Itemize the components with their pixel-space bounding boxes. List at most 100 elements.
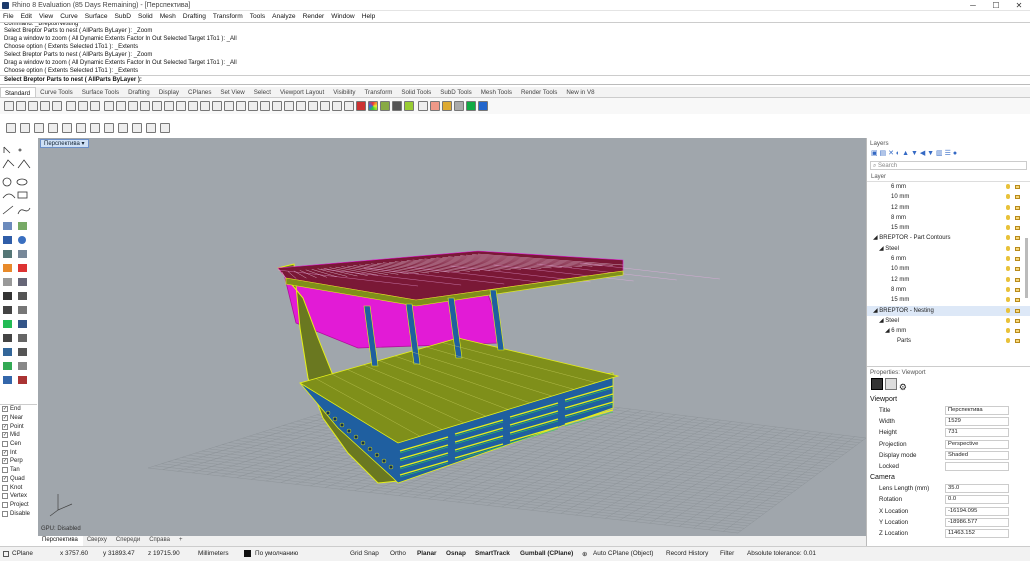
minimize-icon[interactable]: ─ <box>962 0 984 11</box>
cut-icon[interactable] <box>66 101 76 111</box>
menu-view[interactable]: View <box>36 11 57 22</box>
tab-display[interactable]: Display <box>155 87 184 97</box>
light-bulb-icon[interactable] <box>1006 286 1010 292</box>
tab-visibility[interactable]: Visibility <box>329 87 360 97</box>
export-icon[interactable] <box>160 123 170 133</box>
show-icon[interactable] <box>284 101 294 111</box>
hull-cutout[interactable] <box>346 428 352 434</box>
osnap-checkbox[interactable] <box>2 501 8 508</box>
property-value[interactable]: -18986.577 <box>945 517 1009 527</box>
lock-icon[interactable] <box>1015 267 1020 272</box>
osnap-checkbox[interactable] <box>2 467 8 474</box>
ortho-toggle[interactable]: Ortho <box>390 550 406 557</box>
light-bulb-icon[interactable] <box>344 101 354 111</box>
light-bulb-icon[interactable] <box>1006 184 1010 189</box>
layer-row[interactable]: 8 mm <box>867 213 1030 223</box>
menu-drafting[interactable]: Drafting <box>180 11 210 22</box>
osnap-checkbox[interactable] <box>2 484 8 491</box>
viewport-tab-top[interactable]: Сверху <box>83 536 112 546</box>
lock-icon[interactable] <box>1015 287 1020 292</box>
import-icon[interactable] <box>52 101 62 111</box>
copy-icon[interactable] <box>78 101 88 111</box>
osnap-item[interactable]: ✓ Quad <box>0 475 37 484</box>
light-bulb-icon[interactable] <box>1006 338 1010 344</box>
osnap-item[interactable]: ✓ Int <box>0 448 37 457</box>
menu-help[interactable]: Help <box>359 11 380 22</box>
current-layer[interactable]: По умолчанию <box>255 550 298 557</box>
layers-toolbar[interactable]: ▣ ▤ ✕ ◐ ▲ ▼ ◀ ▼ ▥ ☰ ● <box>867 149 1030 161</box>
tab-transform[interactable]: Transform <box>360 87 397 97</box>
paste-icon[interactable] <box>90 101 100 111</box>
tab-drafting[interactable]: Drafting <box>124 87 155 97</box>
viewport-title[interactable]: Перспектива ▾ <box>40 139 89 148</box>
open-file-icon[interactable] <box>16 101 26 111</box>
lock-icon[interactable] <box>1015 195 1020 200</box>
undo-icon[interactable] <box>104 101 114 111</box>
grid-snap-toggle[interactable]: Grid Snap <box>350 550 379 557</box>
layer-row[interactable]: 6 mm <box>867 254 1030 264</box>
menu-tools[interactable]: Tools <box>247 11 269 22</box>
layer-color-swatch[interactable] <box>244 550 251 557</box>
layer-search-input[interactable]: ⌕ Search <box>870 161 1027 170</box>
display-icon[interactable] <box>392 101 402 111</box>
pan-hand-icon[interactable] <box>116 101 126 111</box>
layer-row[interactable]: 10 mm <box>867 264 1030 274</box>
tab-new-in-v8[interactable]: New in V8 <box>562 87 599 97</box>
material-icon[interactable] <box>380 101 390 111</box>
osnap-item[interactable]: Knot <box>0 483 37 492</box>
left-tool-icons[interactable] <box>0 138 37 400</box>
light-bulb-icon[interactable] <box>1006 225 1010 231</box>
lock-icon[interactable] <box>1015 236 1020 241</box>
hull-cutout[interactable] <box>374 452 380 458</box>
tab-viewport-layout[interactable]: Viewport Layout <box>276 87 329 97</box>
light-bulb-icon[interactable] <box>1006 204 1010 210</box>
menu-window[interactable]: Window <box>328 11 358 22</box>
lock-icon[interactable] <box>1015 308 1020 313</box>
close-icon[interactable]: ✕ <box>1008 0 1030 11</box>
osnap-checkbox[interactable] <box>2 510 8 517</box>
environment-icon[interactable] <box>404 101 414 111</box>
lock-icon[interactable] <box>1015 185 1020 189</box>
auto-cplane-toggle[interactable]: Auto CPlane (Object) <box>593 550 653 557</box>
cplane-label[interactable]: CPlane <box>12 550 33 557</box>
render-sphere-icon[interactable] <box>466 101 476 111</box>
property-value[interactable]: Перспектива <box>945 406 1009 415</box>
lock-icon[interactable] <box>1015 215 1020 220</box>
lock-icon[interactable] <box>1015 277 1020 282</box>
units-label[interactable]: Millimeters <box>198 550 229 557</box>
osnap-item[interactable]: ✓ Mid <box>0 431 37 440</box>
property-value[interactable]: 1529 <box>945 417 1009 427</box>
lock-icon[interactable] <box>1015 339 1020 344</box>
osnap-checkbox[interactable]: ✓ <box>2 423 8 430</box>
zoom-extents-icon[interactable] <box>164 101 174 111</box>
zoom-icon[interactable] <box>140 101 150 111</box>
save-icon[interactable] <box>28 101 38 111</box>
lock-icon[interactable] <box>1015 226 1020 231</box>
four-viewports-icon[interactable] <box>236 101 246 111</box>
menu-file[interactable]: File <box>0 11 18 22</box>
osnap-item[interactable]: Tan <box>0 466 37 475</box>
osnap-item[interactable]: Disable <box>0 509 37 518</box>
layer-row[interactable]: 8 mm <box>867 285 1030 295</box>
smarttrack-toggle[interactable]: SmartTrack <box>475 550 510 557</box>
property-value[interactable]: 731 <box>945 428 1009 438</box>
menu-solid[interactable]: Solid <box>135 11 157 22</box>
image-icon[interactable] <box>118 123 128 133</box>
solid-tools-icon[interactable] <box>418 101 428 111</box>
osnap-checkbox[interactable] <box>2 493 8 500</box>
menu-transform[interactable]: Transform <box>210 11 247 22</box>
layer-row[interactable]: 15 mm <box>867 295 1030 305</box>
new-file-icon[interactable] <box>4 101 14 111</box>
light-bulb-icon[interactable] <box>1006 214 1010 220</box>
menu-edit[interactable]: Edit <box>18 11 36 22</box>
osnap-item[interactable]: ✓ End <box>0 405 37 414</box>
layers-icon[interactable] <box>48 123 58 133</box>
properties-icon[interactable] <box>34 123 44 133</box>
render-icon[interactable] <box>356 101 366 111</box>
property-value[interactable]: 35.0 <box>945 484 1009 494</box>
viewport-canvas[interactable] <box>38 138 866 536</box>
osnap-checkbox[interactable]: ✓ <box>2 406 8 413</box>
viewport-tab-perspective[interactable]: Перспектива <box>38 536 83 546</box>
zoom-selected-icon[interactable] <box>176 101 186 111</box>
tab-render-tools[interactable]: Render Tools <box>517 87 562 97</box>
